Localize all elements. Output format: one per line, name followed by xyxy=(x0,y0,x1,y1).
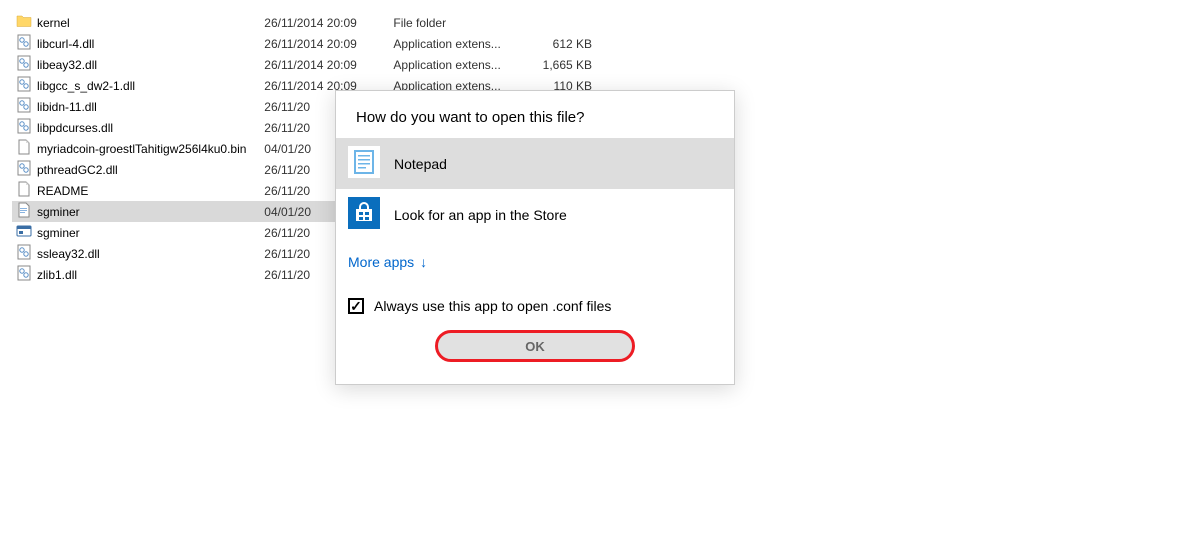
dll-icon xyxy=(16,244,32,263)
file-name: sgminer xyxy=(37,205,80,219)
app-option[interactable]: Look for an app in the Store xyxy=(336,189,734,240)
dll-icon xyxy=(16,118,32,137)
file-icon xyxy=(16,181,32,200)
app-option-label: Notepad xyxy=(394,156,447,172)
file-name: sgminer xyxy=(37,226,80,240)
app-option-label: Look for an app in the Store xyxy=(394,207,567,223)
file-row[interactable]: libcurl-4.dll 26/11/2014 20:09Application… xyxy=(12,33,592,54)
dll-icon xyxy=(16,160,32,179)
file-name: README xyxy=(37,184,88,198)
file-name: myriadcoin-groestlTahitigw256l4ku0.bin xyxy=(37,142,246,156)
dll-icon xyxy=(16,97,32,116)
file-type: Application extens... xyxy=(393,58,532,72)
dll-icon xyxy=(16,265,32,284)
file-name: libeay32.dll xyxy=(37,58,97,72)
dialog-footer: OK xyxy=(336,322,734,384)
dll-icon xyxy=(16,76,32,95)
dialog-title: How do you want to open this file? xyxy=(336,91,734,138)
file-name: libidn-11.dll xyxy=(37,100,97,114)
file-type: Application extens... xyxy=(393,37,532,51)
app-option[interactable]: Notepad xyxy=(336,138,734,189)
always-use-checkbox[interactable]: ✓ xyxy=(348,298,364,314)
file-row[interactable]: kernel 26/11/2014 20:09File folder xyxy=(12,12,592,33)
dll-icon xyxy=(16,34,32,53)
ok-button-label: OK xyxy=(525,339,545,354)
always-use-label: Always use this app to open .conf files xyxy=(374,298,611,314)
file-size: 1,665 KB xyxy=(532,58,592,72)
store-icon xyxy=(348,197,380,232)
file-name: libpdcurses.dll xyxy=(37,121,113,135)
ok-button[interactable]: OK xyxy=(435,330,635,362)
file-date: 26/11/2014 20:09 xyxy=(264,16,393,30)
file-name: libcurl-4.dll xyxy=(37,37,94,51)
folder-icon xyxy=(16,13,32,32)
notepad-icon xyxy=(348,146,380,181)
file-name: libgcc_s_dw2-1.dll xyxy=(37,79,135,93)
file-name: zlib1.dll xyxy=(37,268,77,282)
file-icon xyxy=(16,139,32,158)
more-apps-link[interactable]: More apps ↓ xyxy=(336,240,734,284)
chevron-down-icon: ↓ xyxy=(420,254,427,270)
file-size: 612 KB xyxy=(532,37,592,51)
open-with-dialog: How do you want to open this file? Notep… xyxy=(335,90,735,385)
file-date: 26/11/2014 20:09 xyxy=(264,37,393,51)
conf-icon xyxy=(16,202,32,221)
file-name: pthreadGC2.dll xyxy=(37,163,118,177)
file-name: kernel xyxy=(37,16,70,30)
app-option-list: Notepad Look for an app in the Store xyxy=(336,138,734,240)
dll-icon xyxy=(16,55,32,74)
file-row[interactable]: libeay32.dll 26/11/2014 20:09Application … xyxy=(12,54,592,75)
always-use-row[interactable]: ✓ Always use this app to open .conf file… xyxy=(336,284,734,322)
file-type: File folder xyxy=(393,16,532,30)
exe-icon xyxy=(16,223,32,242)
more-apps-label: More apps xyxy=(348,254,414,270)
file-name: ssleay32.dll xyxy=(37,247,100,261)
file-date: 26/11/2014 20:09 xyxy=(264,58,393,72)
